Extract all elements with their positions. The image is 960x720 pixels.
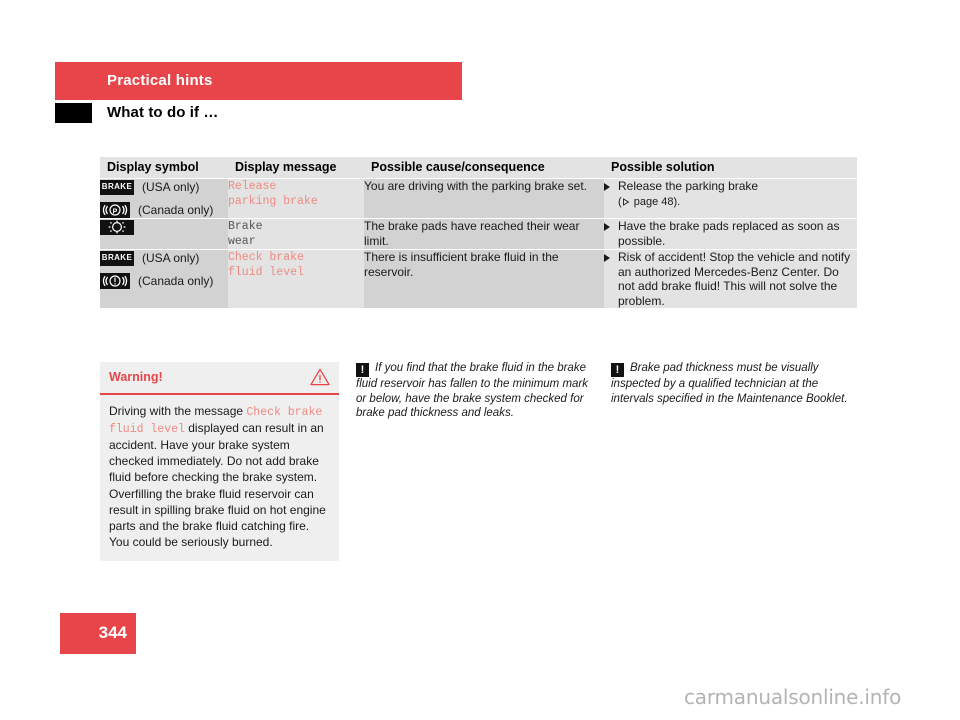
bullet-triangle-icon bbox=[604, 219, 618, 248]
page-reference-label: page 48 bbox=[633, 195, 674, 208]
table-row: BRAKE (USA only) P (Canada only) Release… bbox=[100, 178, 857, 219]
watermark: carmanualsonline.info bbox=[684, 685, 902, 709]
column-header-label: Display message bbox=[235, 160, 337, 174]
cause-text: You are driving with the parking brake s… bbox=[364, 179, 588, 193]
table-header-row: Display symbol Display message Possible … bbox=[100, 157, 857, 179]
symbol-entry: BRAKE (USA only) bbox=[100, 250, 228, 266]
cell-possible-solution: Risk of accident! Stop the vehicle and n… bbox=[604, 249, 857, 309]
symbol-region-label: (USA only) bbox=[142, 179, 200, 194]
table-row: Brake wear The brake pads have reached t… bbox=[100, 218, 857, 250]
solution-text: Release the parking brake bbox=[618, 179, 759, 193]
chapter-title: Practical hints bbox=[107, 72, 213, 89]
page-number: 344 bbox=[98, 623, 127, 642]
column-header-label: Possible solution bbox=[611, 160, 715, 174]
note-exclamation-icon: ! bbox=[356, 363, 369, 377]
note-exclamation-icon: ! bbox=[611, 363, 624, 377]
warning-text-after: displayed can result in an accident. Hav… bbox=[109, 421, 326, 550]
brake-text-icon: BRAKE bbox=[100, 179, 134, 195]
symbol-region-label: (USA only) bbox=[142, 250, 200, 265]
cell-possible-solution: Have the brake pads replaced as soon as … bbox=[604, 218, 857, 250]
display-message-text: Brake wear bbox=[228, 220, 263, 248]
warning-header: Warning! bbox=[100, 362, 339, 395]
cell-possible-cause: There is insufficient brake fluid in the… bbox=[364, 249, 604, 309]
bullet-triangle-icon bbox=[604, 250, 618, 308]
cell-possible-cause: You are driving with the parking brake s… bbox=[364, 178, 604, 219]
symbol-entry: (Canada only) bbox=[100, 273, 228, 289]
solution-text: Risk of accident! Stop the vehicle and n… bbox=[618, 250, 851, 308]
display-message-text: Release parking brake bbox=[228, 180, 318, 208]
symbol-entry: BRAKE (USA only) bbox=[100, 179, 228, 195]
warning-body: Driving with the message Check brake flu… bbox=[100, 395, 339, 561]
cell-display-symbol bbox=[100, 218, 228, 250]
warning-title: Warning! bbox=[109, 370, 163, 384]
symbol-region-label: (Canada only) bbox=[138, 202, 214, 217]
display-message-text: Check brake fluid level bbox=[228, 251, 304, 279]
note-brake-fluid: ! If you find that the brake fluid in the… bbox=[356, 361, 601, 421]
cell-possible-cause: The brake pads have reached their wear l… bbox=[364, 218, 604, 250]
chapter-header-bar: Practical hints bbox=[55, 62, 462, 100]
column-header-label: Possible cause/consequence bbox=[371, 160, 545, 174]
note-text: If you find that the brake fluid in the … bbox=[356, 362, 588, 419]
section-marker-block bbox=[55, 103, 92, 123]
warning-triangle-icon bbox=[310, 368, 330, 386]
svg-text:P: P bbox=[113, 208, 118, 215]
brake-wear-disc-icon bbox=[100, 219, 134, 235]
column-header-display-message: Display message bbox=[228, 157, 364, 179]
section-title: What to do if … bbox=[107, 104, 219, 121]
column-header-display-symbol: Display symbol bbox=[100, 157, 228, 179]
brake-icon-glyph: BRAKE bbox=[101, 252, 133, 262]
note-text: Brake pad thickness must be visually ins… bbox=[611, 362, 848, 405]
page-number-box: 344 bbox=[60, 613, 136, 654]
cell-display-message: Brake wear bbox=[228, 218, 364, 250]
cell-display-message: Check brake fluid level bbox=[228, 249, 364, 309]
column-header-possible-cause: Possible cause/consequence bbox=[364, 157, 604, 179]
cell-display-symbol: BRAKE (USA only) P (Canada only) bbox=[100, 178, 228, 219]
note-brake-pad-inspection: ! Brake pad thickness must be visually in… bbox=[611, 361, 859, 406]
warning-box: Warning! Driving with the message Check … bbox=[100, 362, 339, 562]
cause-text: There is insufficient brake fluid in the… bbox=[364, 250, 559, 279]
cell-display-message: Release parking brake bbox=[228, 178, 364, 219]
warning-text-before: Driving with the message bbox=[109, 404, 247, 418]
symbol-entry bbox=[100, 219, 228, 235]
column-header-label: Display symbol bbox=[107, 160, 199, 174]
cell-possible-solution: Release the parking brake ( page 48). bbox=[604, 178, 857, 219]
symbol-region-label: (Canada only) bbox=[138, 273, 214, 288]
table-row: BRAKE (USA only) (Canada only) Check bra… bbox=[100, 249, 857, 309]
display-messages-table: Display symbol Display message Possible … bbox=[100, 157, 857, 309]
column-header-possible-solution: Possible solution bbox=[604, 157, 857, 179]
cause-text: The brake pads have reached their wear l… bbox=[364, 219, 580, 248]
parking-brake-p-icon: P bbox=[100, 202, 130, 218]
brake-icon-glyph: BRAKE bbox=[101, 181, 133, 191]
bullet-triangle-icon bbox=[604, 179, 618, 209]
brake-text-icon: BRAKE bbox=[100, 250, 134, 266]
symbol-entry: P (Canada only) bbox=[100, 202, 228, 218]
cell-display-symbol: BRAKE (USA only) (Canada only) bbox=[100, 249, 228, 309]
brake-warning-exclamation-icon bbox=[100, 273, 130, 289]
page-reference: ( page 48). bbox=[618, 195, 681, 208]
solution-text: Have the brake pads replaced as soon as … bbox=[618, 219, 840, 248]
